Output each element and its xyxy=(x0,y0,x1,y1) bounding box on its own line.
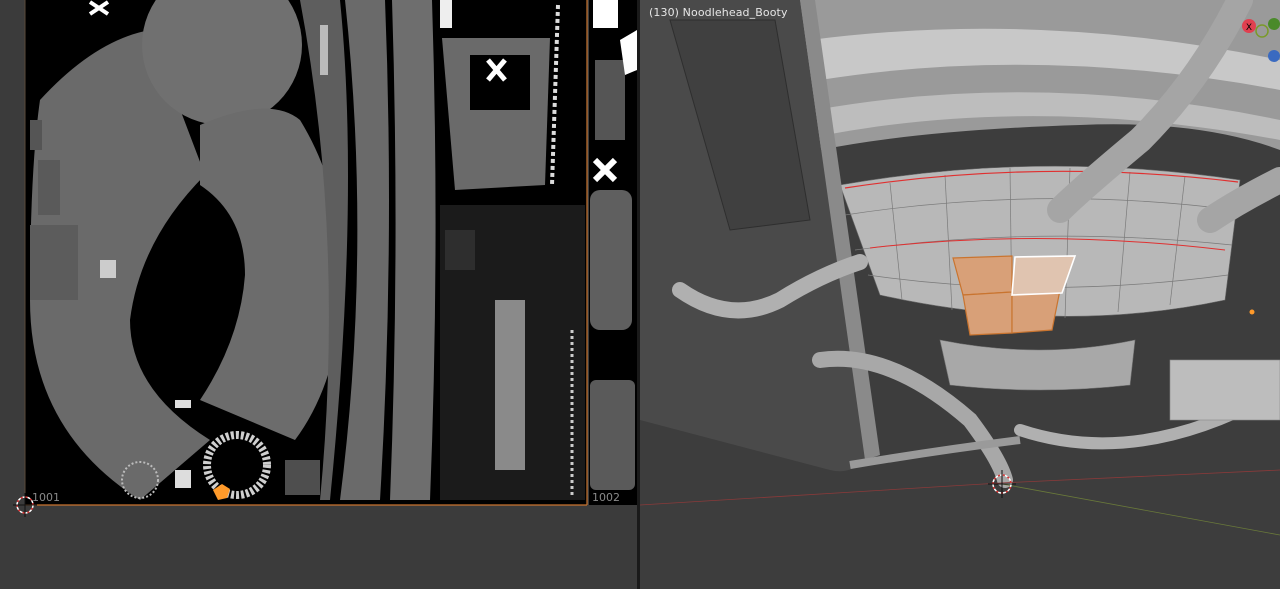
uv-island-white xyxy=(593,0,618,28)
selected-face[interactable] xyxy=(952,255,1013,296)
uv-island-strip-3[interactable] xyxy=(390,0,436,500)
udim-tile-label-1001: 1001 xyxy=(32,491,60,504)
viewport-canvas[interactable]: X xyxy=(640,0,1280,589)
uv-island-small-white xyxy=(320,25,328,75)
selected-face[interactable] xyxy=(962,291,1013,336)
uv-island-small-white xyxy=(175,470,191,488)
uv-island-small xyxy=(30,225,78,300)
uv-island-ladder xyxy=(495,300,525,470)
uv-island-small-white xyxy=(175,400,191,408)
close-x-gizmo-icon[interactable]: X xyxy=(1242,19,1256,33)
uv-editor-pane[interactable]: 1001 1002 xyxy=(0,0,637,589)
uv-island-small xyxy=(590,190,632,330)
uv-island-small xyxy=(285,460,320,495)
axis-y-gizmo-dot xyxy=(1268,18,1280,30)
object-label: (130) Noodlehead_Booty xyxy=(649,6,788,19)
uv-island-small xyxy=(595,60,625,140)
selected-face[interactable] xyxy=(1011,289,1061,334)
uv-island-small xyxy=(590,380,635,490)
axis-z-gizmo-icon[interactable] xyxy=(1268,50,1280,62)
3d-viewport-pane[interactable]: X (130) Noodlehead_Booty xyxy=(640,0,1280,589)
gizmo-x-label: X xyxy=(1246,23,1252,33)
uv-island-small xyxy=(30,120,42,150)
mesh-right-box xyxy=(1169,359,1280,421)
uv-island-small-white xyxy=(100,260,116,278)
udim-tile-label-1002: 1002 xyxy=(592,491,620,504)
uv-canvas[interactable] xyxy=(0,0,637,589)
origin-dot xyxy=(1249,309,1255,315)
uv-island-small xyxy=(38,160,60,215)
uv-island-white xyxy=(440,0,452,28)
